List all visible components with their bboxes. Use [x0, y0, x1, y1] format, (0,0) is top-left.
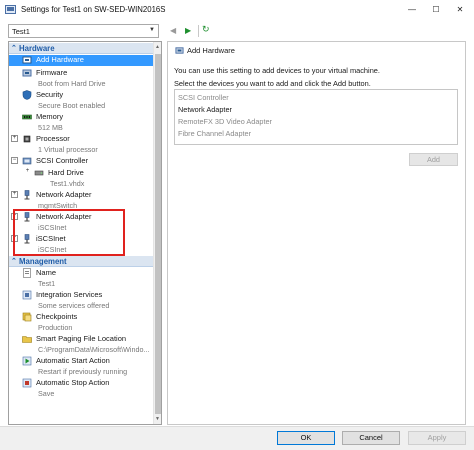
tree-item-detail: C:\ProgramData\Microsoft\Windo... [38, 345, 150, 354]
add-button[interactable]: Add [409, 153, 458, 166]
integration-services-icon [22, 290, 32, 300]
cancel-button[interactable]: Cancel [342, 431, 400, 445]
firmware-icon [22, 69, 32, 77]
start-action-icon [22, 356, 32, 366]
tree-item-label: Hard Drive [48, 168, 84, 177]
apply-button[interactable]: Apply [408, 431, 466, 445]
toolbar-divider [198, 25, 199, 37]
tree-item-detail: Production [38, 323, 73, 332]
device-option-fibre-channel-adapter[interactable]: Fibre Channel Adapter [178, 129, 251, 138]
expand-icon[interactable]: + [11, 135, 18, 142]
tree-item-add-hardware[interactable]: Add Hardware [9, 55, 155, 66]
tree-item-label: Add Hardware [36, 55, 84, 64]
memory-icon [22, 114, 32, 120]
window-title: Settings for Test1 on SW-SED-WIN2016S [21, 5, 166, 14]
tree-item-label: Memory [36, 112, 64, 121]
add-hardware-icon [22, 56, 32, 64]
tree-item-detail: Secure Boot enabled [38, 101, 106, 110]
expand-icon[interactable]: + [11, 191, 18, 198]
tree-item-integration-services[interactable]: Integration Services Some services offer… [9, 290, 155, 312]
collapse-chevron-icon[interactable]: ⌃ [11, 44, 17, 52]
device-option-network-adapter[interactable]: Network Adapter [178, 105, 232, 114]
tree-item-name[interactable]: Name Test1 [9, 268, 155, 290]
section-management-label: Management [19, 257, 67, 266]
tree-item-detail: Test1 [38, 279, 56, 288]
device-option-scsi-controller[interactable]: SCSI Controller [178, 93, 229, 102]
tree-item-detail: Test1.vhdx [50, 179, 85, 188]
panel-heading: Add Hardware [187, 46, 235, 55]
tree-item-label: Firmware [36, 68, 68, 77]
vm-selector-value: Test1 [12, 27, 30, 36]
tree-item-label: Integration Services [36, 290, 103, 299]
vm-selector-dropdown[interactable]: Test1 ▼ [8, 24, 159, 38]
device-listbox[interactable]: SCSI Controller Network Adapter RemoteFX… [174, 89, 458, 145]
tree-item-detail: Boot from Hard Drive [38, 79, 106, 88]
chevron-down-icon: ▼ [149, 27, 155, 33]
hyper-v-settings-icon [5, 5, 16, 14]
tree-item-checkpoints[interactable]: Checkpoints Production [9, 312, 155, 334]
tree-item-memory[interactable]: Memory 512 MB [9, 112, 155, 134]
tree-item-automatic-start-action[interactable]: Automatic Start Action Restart if previo… [9, 356, 155, 378]
expand-icon[interactable]: + [24, 168, 31, 176]
tree-item-detail: Save [38, 389, 55, 398]
add-hardware-icon [175, 47, 184, 54]
tree-item-label: Processor [36, 134, 70, 143]
refresh-icon[interactable]: ↻ [202, 24, 210, 35]
tree-item-label: Smart Paging File Location [36, 334, 127, 343]
tree-item-smart-paging[interactable]: Smart Paging File Location C:\ProgramDat… [9, 334, 155, 356]
scroll-up-icon[interactable]: ▲ [155, 44, 160, 50]
collapse-chevron-icon[interactable]: ⌃ [11, 257, 17, 265]
panel-description: You can use this setting to add devices … [174, 66, 380, 75]
tree-item-security[interactable]: Security Secure Boot enabled [9, 90, 155, 112]
dialog-footer [0, 426, 474, 450]
forward-arrow-icon[interactable]: ▶ [185, 26, 191, 35]
scsi-controller-icon [22, 157, 32, 165]
tree-item-detail: Some services offered [38, 301, 110, 310]
section-management[interactable]: ⌃ Management [9, 256, 155, 267]
tree-item-label: Security [36, 90, 64, 99]
panel-instruction: Select the devices you want to add and c… [174, 79, 371, 88]
tree-item-label: Automatic Start Action [36, 356, 110, 365]
section-hardware[interactable]: ⌃ Hardware [9, 43, 155, 54]
back-arrow-icon[interactable]: ◀ [170, 26, 176, 35]
tree-item-automatic-stop-action[interactable]: Automatic Stop Action Save [9, 378, 155, 400]
tree-item-label: Network Adapter [36, 190, 92, 199]
maximize-button[interactable]: ☐ [424, 0, 448, 20]
title-bar: Settings for Test1 on SW-SED-WIN2016S — … [0, 0, 474, 20]
tree-item-detail: 512 MB [38, 123, 63, 132]
tree-scrollbar[interactable]: ▲ ▼ [153, 42, 161, 424]
folder-icon [22, 336, 32, 343]
tree-item-label: Checkpoints [36, 312, 78, 321]
network-adapter-icon [24, 190, 30, 200]
device-option-remotefx-adapter[interactable]: RemoteFX 3D Video Adapter [178, 117, 272, 126]
minimize-button[interactable]: — [400, 0, 424, 20]
close-button[interactable]: ✕ [448, 0, 472, 20]
scroll-down-icon[interactable]: ▼ [155, 416, 160, 422]
tree-item-firmware[interactable]: Firmware Boot from Hard Drive [9, 68, 155, 90]
shield-icon [22, 90, 32, 100]
tree-item-processor[interactable]: + Processor 1 Virtual processor [9, 134, 155, 156]
tree-item-scsi-controller[interactable]: − SCSI Controller [9, 156, 155, 167]
section-hardware-label: Hardware [19, 44, 55, 53]
tree-item-hard-drive[interactable]: + Hard Drive Test1.vhdx [9, 168, 155, 190]
tree-item-label: SCSI Controller [36, 156, 89, 165]
hard-drive-icon [34, 170, 44, 176]
tree-item-label: Automatic Stop Action [36, 378, 110, 387]
tree-item-label: Name [36, 268, 57, 277]
scroll-thumb[interactable] [155, 54, 161, 414]
collapse-icon[interactable]: − [11, 157, 18, 164]
tree-item-detail: 1 Virtual processor [38, 145, 98, 154]
ok-button[interactable]: OK [277, 431, 335, 445]
checkpoints-icon [22, 312, 32, 322]
processor-icon [23, 135, 31, 143]
name-icon [23, 268, 31, 278]
stop-action-icon [22, 378, 32, 388]
annotation-highlight-box [13, 209, 125, 256]
settings-tree: ⌃ Hardware Add Hardware Firmware Boot fr… [8, 41, 162, 425]
tree-item-detail: Restart if previously running [38, 367, 128, 376]
